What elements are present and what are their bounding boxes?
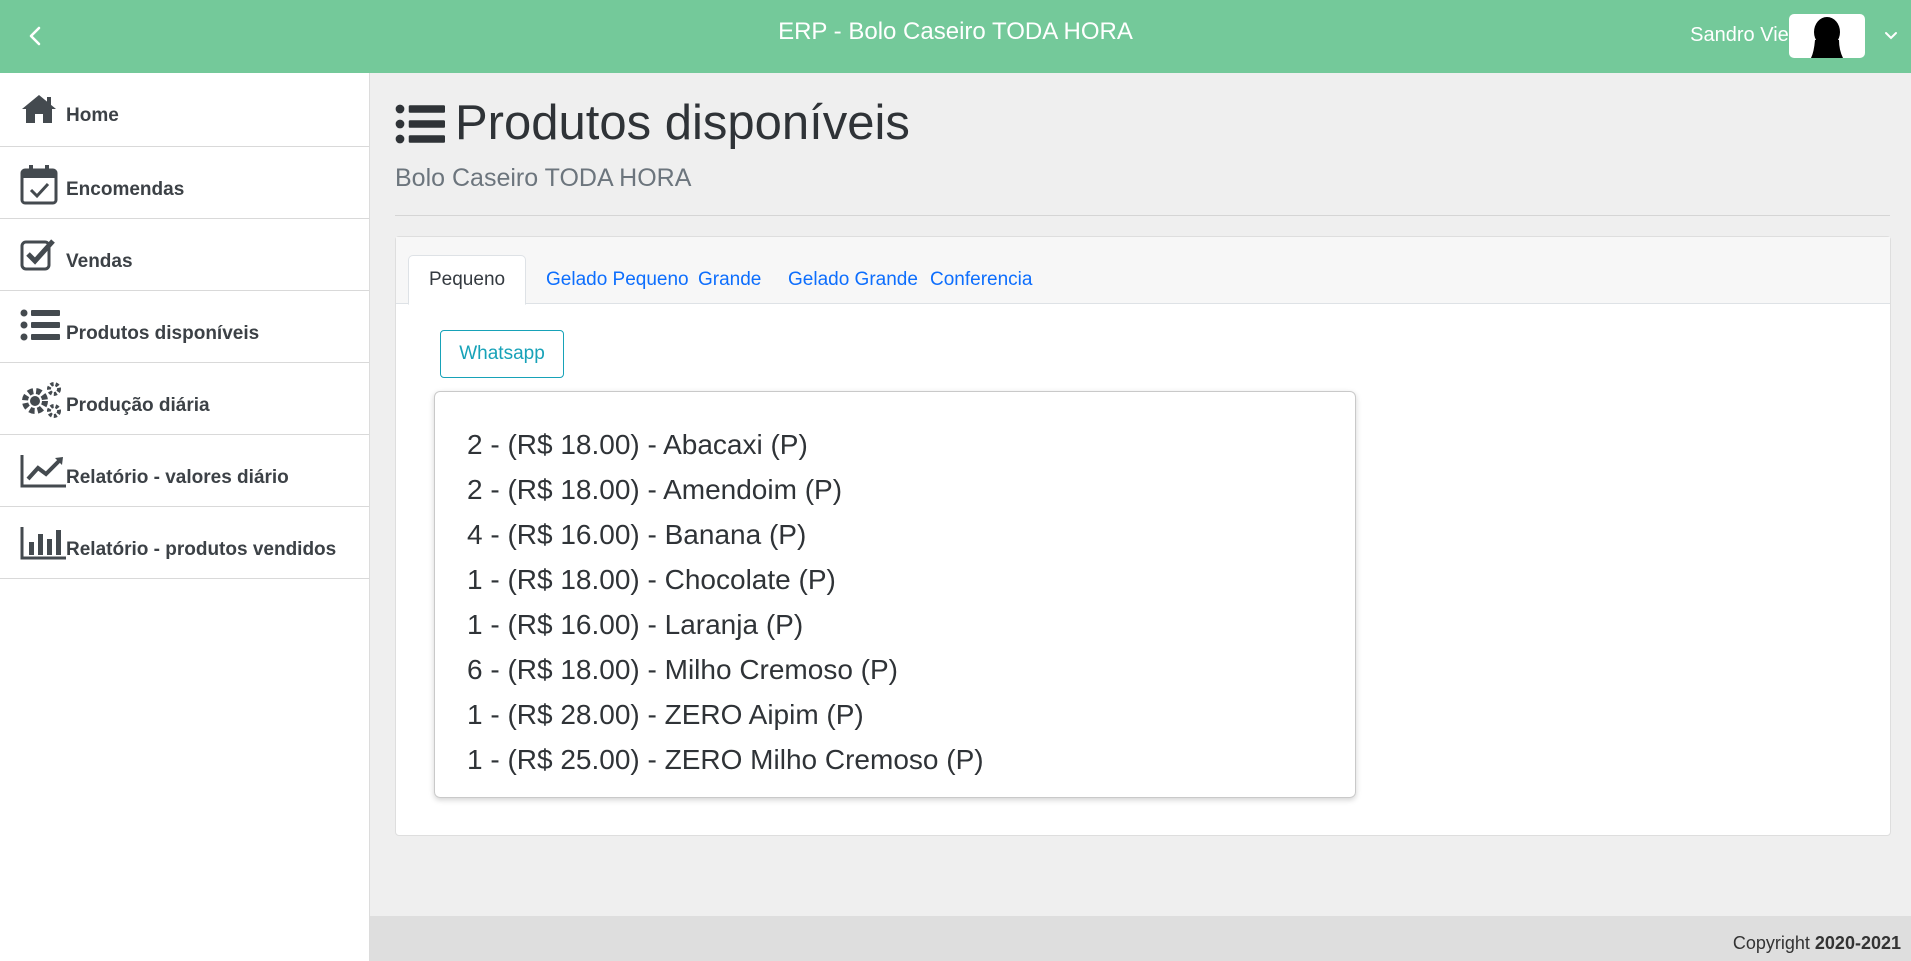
- calendar-check-icon: [20, 165, 60, 205]
- avatar[interactable]: [1789, 14, 1865, 58]
- sidebar-item-label: Vendas: [66, 251, 133, 272]
- footer: Copyright 2020-2021: [370, 916, 1911, 961]
- list-item: 6 - (R$ 18.00) - Milho Cremoso (P): [467, 654, 899, 685]
- sidebar-item-encomendas[interactable]: Encomendas: [0, 147, 369, 219]
- list-icon: [20, 309, 60, 349]
- page-title: Produtos disponíveis: [395, 99, 910, 148]
- list-item: 1 - (R$ 16.00) - Laranja (P): [467, 609, 804, 640]
- list-item: 2 - (R$ 18.00) - Abacaxi (P): [467, 429, 808, 460]
- check-square-icon: [20, 237, 60, 277]
- copyright: Copyright 2020-2021: [1733, 933, 1901, 954]
- sidebar-item-relatorio-valores[interactable]: Relatório - valores diário: [0, 435, 369, 507]
- sidebar-item-home[interactable]: Home: [0, 73, 369, 147]
- sidebar-item-producao[interactable]: Produção diária: [0, 363, 369, 435]
- bar-chart-icon: [20, 525, 66, 565]
- divider: [395, 215, 1890, 216]
- list-icon: [395, 104, 445, 143]
- sidebar-item-label: Produção diária: [66, 395, 210, 416]
- copyright-years: 2020-2021: [1814, 933, 1901, 953]
- sidebar-item-label: Encomendas: [66, 179, 185, 200]
- list-item: 2 - (R$ 18.00) - Amendoim (P): [467, 474, 843, 505]
- products-card: Pequeno Gelado Pequeno Grande Gelado Gra…: [395, 236, 1891, 836]
- list-item: 4 - (R$ 16.00) - Banana (P): [467, 519, 807, 550]
- sidebar-item-vendas[interactable]: Vendas: [0, 219, 369, 291]
- tab-grande[interactable]: Grande: [678, 255, 781, 305]
- page-title-text: Produtos disponíveis: [455, 96, 910, 150]
- product-list: 2 - (R$ 18.00) - Abacaxi (P) 2 - (R$ 18.…: [434, 391, 1356, 798]
- sidebar-item-label: Home: [66, 105, 119, 126]
- top-bar: ERP - Bolo Caseiro TODA HORA Sandro Viei…: [0, 0, 1911, 73]
- main-content: Produtos disponíveis Bolo Caseiro TODA H…: [370, 73, 1911, 916]
- sidebar-item-label: Relatório - valores diário: [66, 467, 289, 488]
- line-chart-icon: [20, 453, 66, 493]
- list-item: 1 - (R$ 28.00) - ZERO Aipim (P): [467, 699, 864, 730]
- whatsapp-button[interactable]: Whatsapp: [440, 330, 564, 378]
- home-icon: [20, 93, 60, 133]
- page-subtitle: Bolo Caseiro TODA HORA: [395, 164, 692, 192]
- sidebar: Home Encomendas Vendas Produtos disponív…: [0, 73, 370, 961]
- sidebar-item-produtos[interactable]: Produtos disponíveis: [0, 291, 369, 363]
- app-title: ERP - Bolo Caseiro TODA HORA: [778, 18, 1133, 45]
- list-item: 1 - (R$ 25.00) - ZERO Milho Cremoso (P): [467, 744, 984, 775]
- sidebar-item-relatorio-produtos[interactable]: Relatório - produtos vendidos: [0, 507, 369, 579]
- list-item: 1 - (R$ 18.00) - Chocolate (P): [467, 564, 836, 595]
- sidebar-item-label: Relatório - produtos vendidos: [66, 539, 337, 560]
- page-header: Produtos disponíveis Bolo Caseiro TODA H…: [395, 99, 910, 193]
- gears-icon: [20, 381, 61, 421]
- sidebar-item-label: Produtos disponíveis: [66, 323, 260, 344]
- tab-conferencia[interactable]: Conferencia: [910, 255, 1052, 305]
- tab-bar: Pequeno Gelado Pequeno Grande Gelado Gra…: [396, 237, 1890, 305]
- chevron-down-icon[interactable]: [1883, 28, 1899, 44]
- copyright-label: Copyright: [1732, 933, 1810, 953]
- tab-pequeno[interactable]: Pequeno: [408, 255, 527, 305]
